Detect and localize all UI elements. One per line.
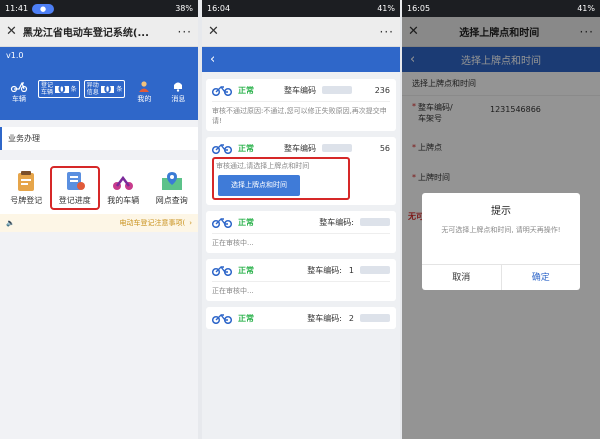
confirm-button[interactable]: 确定 (502, 265, 581, 290)
abnormal-count: 0 (100, 84, 115, 95)
alert-dialog: 提示 无可选择上牌点和时间, 请明天再操作! 取消 确定 (422, 193, 580, 290)
status-battery: 41% (377, 4, 395, 13)
mine-shortcut[interactable]: 我的 (129, 80, 159, 104)
notice-bar[interactable]: 🔈 电动车登记注意事项( › (0, 214, 198, 232)
registered-unit: 条 (70, 85, 77, 93)
chat-bubble-icon: ● (32, 3, 55, 14)
dialog-title: 提示 (491, 206, 511, 217)
record-code-value: 1 (348, 265, 354, 275)
status-bar: 16:05 41% (402, 0, 600, 17)
back-icon[interactable]: ‹ (210, 52, 230, 67)
status-time: 16:04 (207, 4, 231, 13)
abnormal-unit: 条 (116, 85, 123, 93)
record-code-value: 56 (379, 143, 390, 153)
scooter-icon (10, 82, 28, 92)
progress-screen: 16:04 41% ✕ ··· ‹ 正常 整车编码 236 审核不通过原因:不通… (202, 0, 400, 439)
notice-text: 电动车登记注意事项( (119, 219, 186, 227)
redacted-value (360, 314, 390, 322)
record-code-label: 整车编码: (307, 313, 342, 323)
register-progress-item[interactable]: 登记进度 (49, 166, 100, 210)
status-battery: 38% (175, 4, 193, 13)
record-desc: 审核不通过原因:不通过,您可以修正失败原因,再次提交申请! (212, 101, 390, 126)
record-card[interactable]: 正常 整车编码: 2 (206, 307, 396, 329)
record-status: 正常 (238, 313, 254, 323)
plate-register-item[interactable]: 号牌登记 (3, 168, 49, 208)
cancel-button[interactable]: 取消 (422, 265, 502, 290)
my-vehicle-label: 我的车辆 (107, 196, 140, 205)
vehicle-shortcut[interactable]: 车辆 (4, 80, 34, 104)
plate-register-label: 号牌登记 (10, 196, 43, 205)
abnormal-stat[interactable]: 异动 信息 0 条 (83, 80, 126, 98)
record-desc: 审核通过,请选择上牌点和时间 (216, 162, 310, 170)
message-label: 消息 (171, 95, 186, 103)
status-bar: 11:41 ● 38% (0, 0, 198, 17)
registered-label: 登记 车辆 (41, 82, 54, 96)
dialog-message: 无可选择上牌点和时间, 请明天再操作! (441, 226, 561, 234)
dashboard-header: v1.0 车辆 登记 车辆 0 条 异动 信息 0 条 我的 消息 (0, 47, 198, 120)
record-status: 正常 (238, 265, 254, 275)
chevron-right-icon: › (189, 219, 192, 227)
status-battery: 41% (577, 4, 595, 13)
record-code-value: 236 (374, 85, 390, 95)
record-code-label: 整车编码 (284, 85, 316, 95)
outlet-query-label: 网点查询 (155, 196, 188, 205)
status-bar: 16:04 41% (202, 0, 400, 17)
record-status: 正常 (238, 217, 254, 227)
record-code-label: 整车编码: (307, 265, 342, 275)
version-label: v1.0 (6, 51, 24, 60)
record-code-label: 整车编码: (319, 217, 354, 227)
status-time: 11:41 (5, 4, 29, 13)
highlight-box: 审核通过,请选择上牌点和时间 选择上牌点和时间 (212, 157, 350, 200)
document-progress-icon (66, 172, 85, 190)
bicycle-icon (212, 143, 232, 154)
redacted-value (322, 144, 352, 152)
record-card[interactable]: 正常 整车编码 56 审核通过,请选择上牌点和时间 选择上牌点和时间 (206, 137, 396, 205)
register-progress-label: 登记进度 (58, 196, 91, 205)
more-button[interactable]: ··· (380, 25, 394, 39)
close-icon[interactable]: ✕ (6, 24, 17, 39)
record-desc: 正在审核中... (212, 281, 390, 296)
close-icon[interactable]: ✕ (208, 24, 219, 39)
title-bar: ✕ ··· (202, 17, 400, 47)
record-status: 正常 (238, 143, 254, 153)
message-shortcut[interactable]: 消息 (163, 80, 193, 104)
redacted-value (360, 218, 390, 226)
more-button[interactable]: ··· (178, 25, 192, 39)
abnormal-label: 异动 信息 (86, 82, 99, 96)
registered-count: 0 (55, 84, 69, 95)
redacted-value (322, 86, 352, 94)
map-pin-icon (161, 172, 182, 190)
record-status: 正常 (238, 85, 254, 95)
title-bar: ✕ 黑龙江省电动车登记系统(... ··· (0, 17, 198, 47)
select-plate-point-button[interactable]: 选择上牌点和时间 (218, 175, 300, 196)
record-card[interactable]: 正常 整车编码: 正在审核中... (206, 211, 396, 253)
record-code-label: 整车编码 (284, 143, 316, 153)
bicycle-icon (212, 265, 232, 276)
section-title: 业务办理 (0, 127, 198, 150)
user-icon (139, 81, 150, 92)
record-code-value: 2 (348, 313, 354, 323)
redacted-value (360, 266, 390, 274)
clipboard-icon (18, 171, 35, 191)
page-title: 黑龙江省电动车登记系统(... (22, 28, 149, 39)
my-vehicle-item[interactable]: 我的车辆 (100, 168, 146, 208)
bicycle-icon (212, 217, 232, 228)
home-screen: 11:41 ● 38% ✕ 黑龙江省电动车登记系统(... ··· v1.0 车… (0, 0, 198, 439)
motorbike-icon (113, 175, 134, 190)
record-card[interactable]: 正常 整车编码: 1 正在审核中... (206, 259, 396, 301)
bell-icon (174, 82, 183, 92)
nav-bar: ‹ (202, 47, 400, 72)
record-card[interactable]: 正常 整车编码 236 审核不通过原因:不通过,您可以修正失败原因,再次提交申请… (206, 79, 396, 131)
vehicle-label: 车辆 (12, 95, 26, 103)
service-grid: 号牌登记 登记进度 我的车辆 网点查询 (0, 160, 198, 214)
mine-label: 我的 (137, 95, 152, 103)
status-time: 16:05 (407, 4, 431, 13)
outlet-query-item[interactable]: 网点查询 (149, 168, 195, 208)
registered-stat[interactable]: 登记 车辆 0 条 (38, 80, 80, 98)
select-point-screen: 16:05 41% ✕ 选择上牌点和时间 ··· ‹ 选择上牌点和时间 选择上牌… (402, 0, 600, 439)
bicycle-icon (212, 85, 232, 96)
bicycle-icon (212, 313, 232, 324)
speaker-icon: 🔈 (6, 219, 15, 227)
record-desc: 正在审核中... (212, 233, 390, 248)
